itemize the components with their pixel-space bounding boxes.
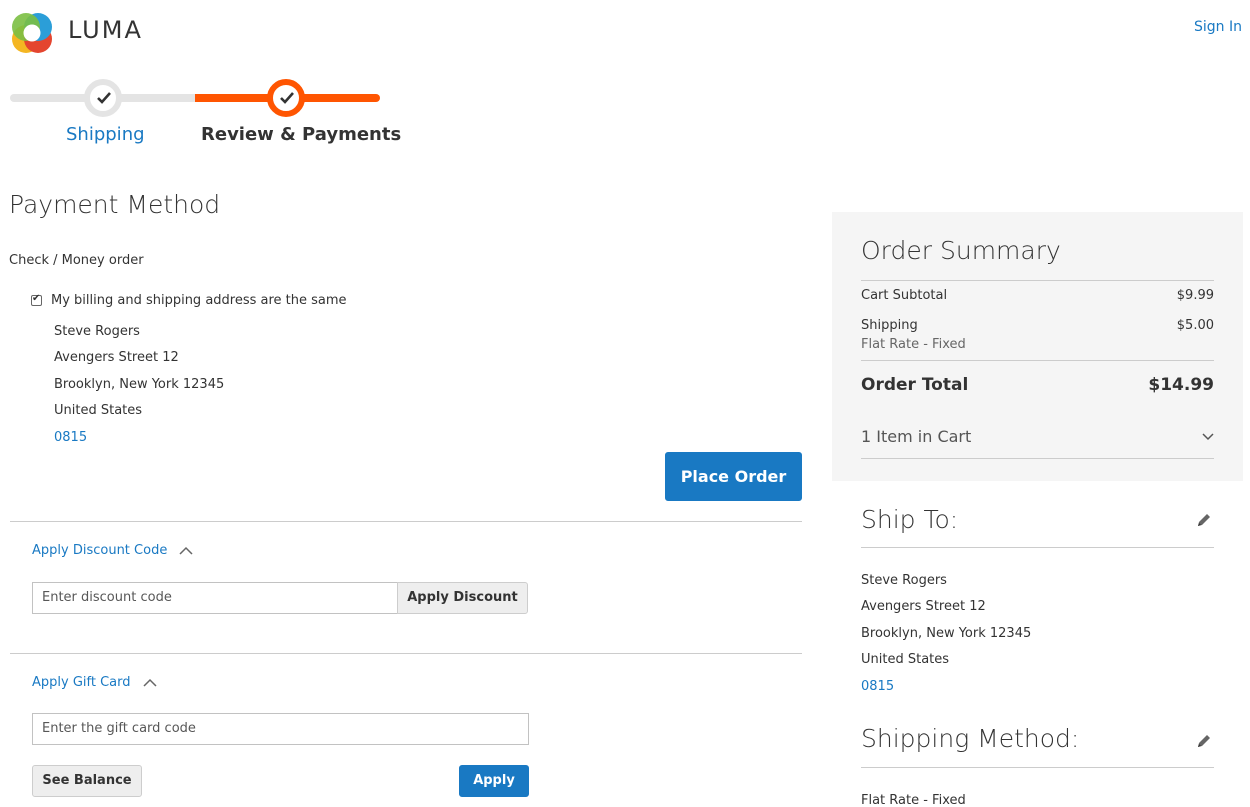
step-review-payments-label: Review & Payments: [201, 124, 402, 145]
step-review-check-icon: [267, 79, 305, 117]
edit-pencil-icon[interactable]: [1196, 512, 1212, 528]
billing-name: Steve Rogers: [54, 324, 140, 339]
cart-subtotal-row: Cart Subtotal $9.99: [861, 288, 1214, 303]
discount-code-input[interactable]: Enter discount code: [32, 582, 398, 614]
step-shipping-link[interactable]: Shipping: [66, 124, 145, 145]
divider: [10, 521, 802, 522]
logo-text[interactable]: LUMA: [68, 16, 143, 44]
divider: [861, 767, 1214, 768]
apply-gift-card-label[interactable]: Apply Gift Card: [32, 675, 131, 690]
billing-street: Avengers Street 12: [54, 350, 179, 365]
apply-discount-label[interactable]: Apply Discount Code: [32, 543, 167, 558]
payment-method-title: Payment Method: [9, 190, 221, 219]
see-balance-button[interactable]: See Balance: [32, 765, 142, 797]
ship-to-phone-link[interactable]: 0815: [861, 679, 894, 694]
order-summary-title: Order Summary: [861, 236, 1061, 265]
items-in-cart-toggle[interactable]: 1 Item in Cart: [861, 427, 1214, 446]
sign-in-link[interactable]: Sign In: [1194, 19, 1242, 35]
ship-to-street: Avengers Street 12: [861, 599, 986, 614]
place-order-button[interactable]: Place Order: [665, 452, 802, 501]
ship-to-title: Ship To:: [861, 505, 959, 534]
checkbox-checked-icon[interactable]: [31, 293, 42, 306]
shipping-value: $5.00: [1176, 318, 1214, 333]
divider: [861, 547, 1214, 548]
shipping-method-note: Flat Rate - Fixed: [861, 337, 966, 352]
apply-gift-card-toggle[interactable]: Apply Gift Card: [32, 675, 157, 690]
divider: [861, 360, 1214, 361]
chevron-up-icon[interactable]: [179, 546, 193, 555]
divider: [10, 653, 802, 654]
ship-to-country: United States: [861, 652, 950, 667]
items-in-cart-label[interactable]: 1 Item in Cart: [861, 427, 971, 446]
cart-subtotal-value: $9.99: [1176, 288, 1214, 303]
ship-to-city: Brooklyn, New York 12345: [861, 626, 1032, 641]
step-shipping-check-icon: [84, 79, 122, 117]
divider: [861, 280, 1214, 281]
apply-discount-button[interactable]: Apply Discount: [397, 582, 528, 614]
order-total-row: Order Total $14.99: [861, 375, 1214, 395]
chevron-down-icon[interactable]: [1202, 432, 1214, 441]
ship-to-name: Steve Rogers: [861, 573, 947, 588]
shipping-row: Shipping $5.00: [861, 318, 1214, 333]
order-total-value: $14.99: [1148, 375, 1214, 395]
shipping-method-title: Shipping Method:: [861, 724, 1080, 753]
apply-gift-card-button[interactable]: Apply: [459, 765, 529, 797]
chevron-up-icon[interactable]: [142, 678, 157, 687]
billing-country: United States: [54, 403, 143, 418]
same-address-label[interactable]: My billing and shipping address are the …: [51, 293, 347, 308]
luma-logo-icon: [12, 13, 52, 53]
payment-method-name[interactable]: Check / Money order: [9, 253, 144, 268]
billing-city: Brooklyn, New York 12345: [54, 377, 225, 392]
billing-phone-link[interactable]: 0815: [54, 430, 87, 445]
order-total-label: Order Total: [861, 375, 969, 395]
gift-card-code-input[interactable]: Enter the gift card code: [32, 713, 529, 745]
same-address-checkbox[interactable]: My billing and shipping address are the …: [31, 293, 347, 308]
divider: [861, 458, 1214, 459]
cart-subtotal-label: Cart Subtotal: [861, 288, 948, 303]
edit-pencil-icon[interactable]: [1196, 733, 1212, 749]
apply-discount-toggle[interactable]: Apply Discount Code: [32, 543, 193, 558]
shipping-label: Shipping: [861, 318, 918, 333]
shipping-method-value: Flat Rate - Fixed: [861, 793, 966, 807]
